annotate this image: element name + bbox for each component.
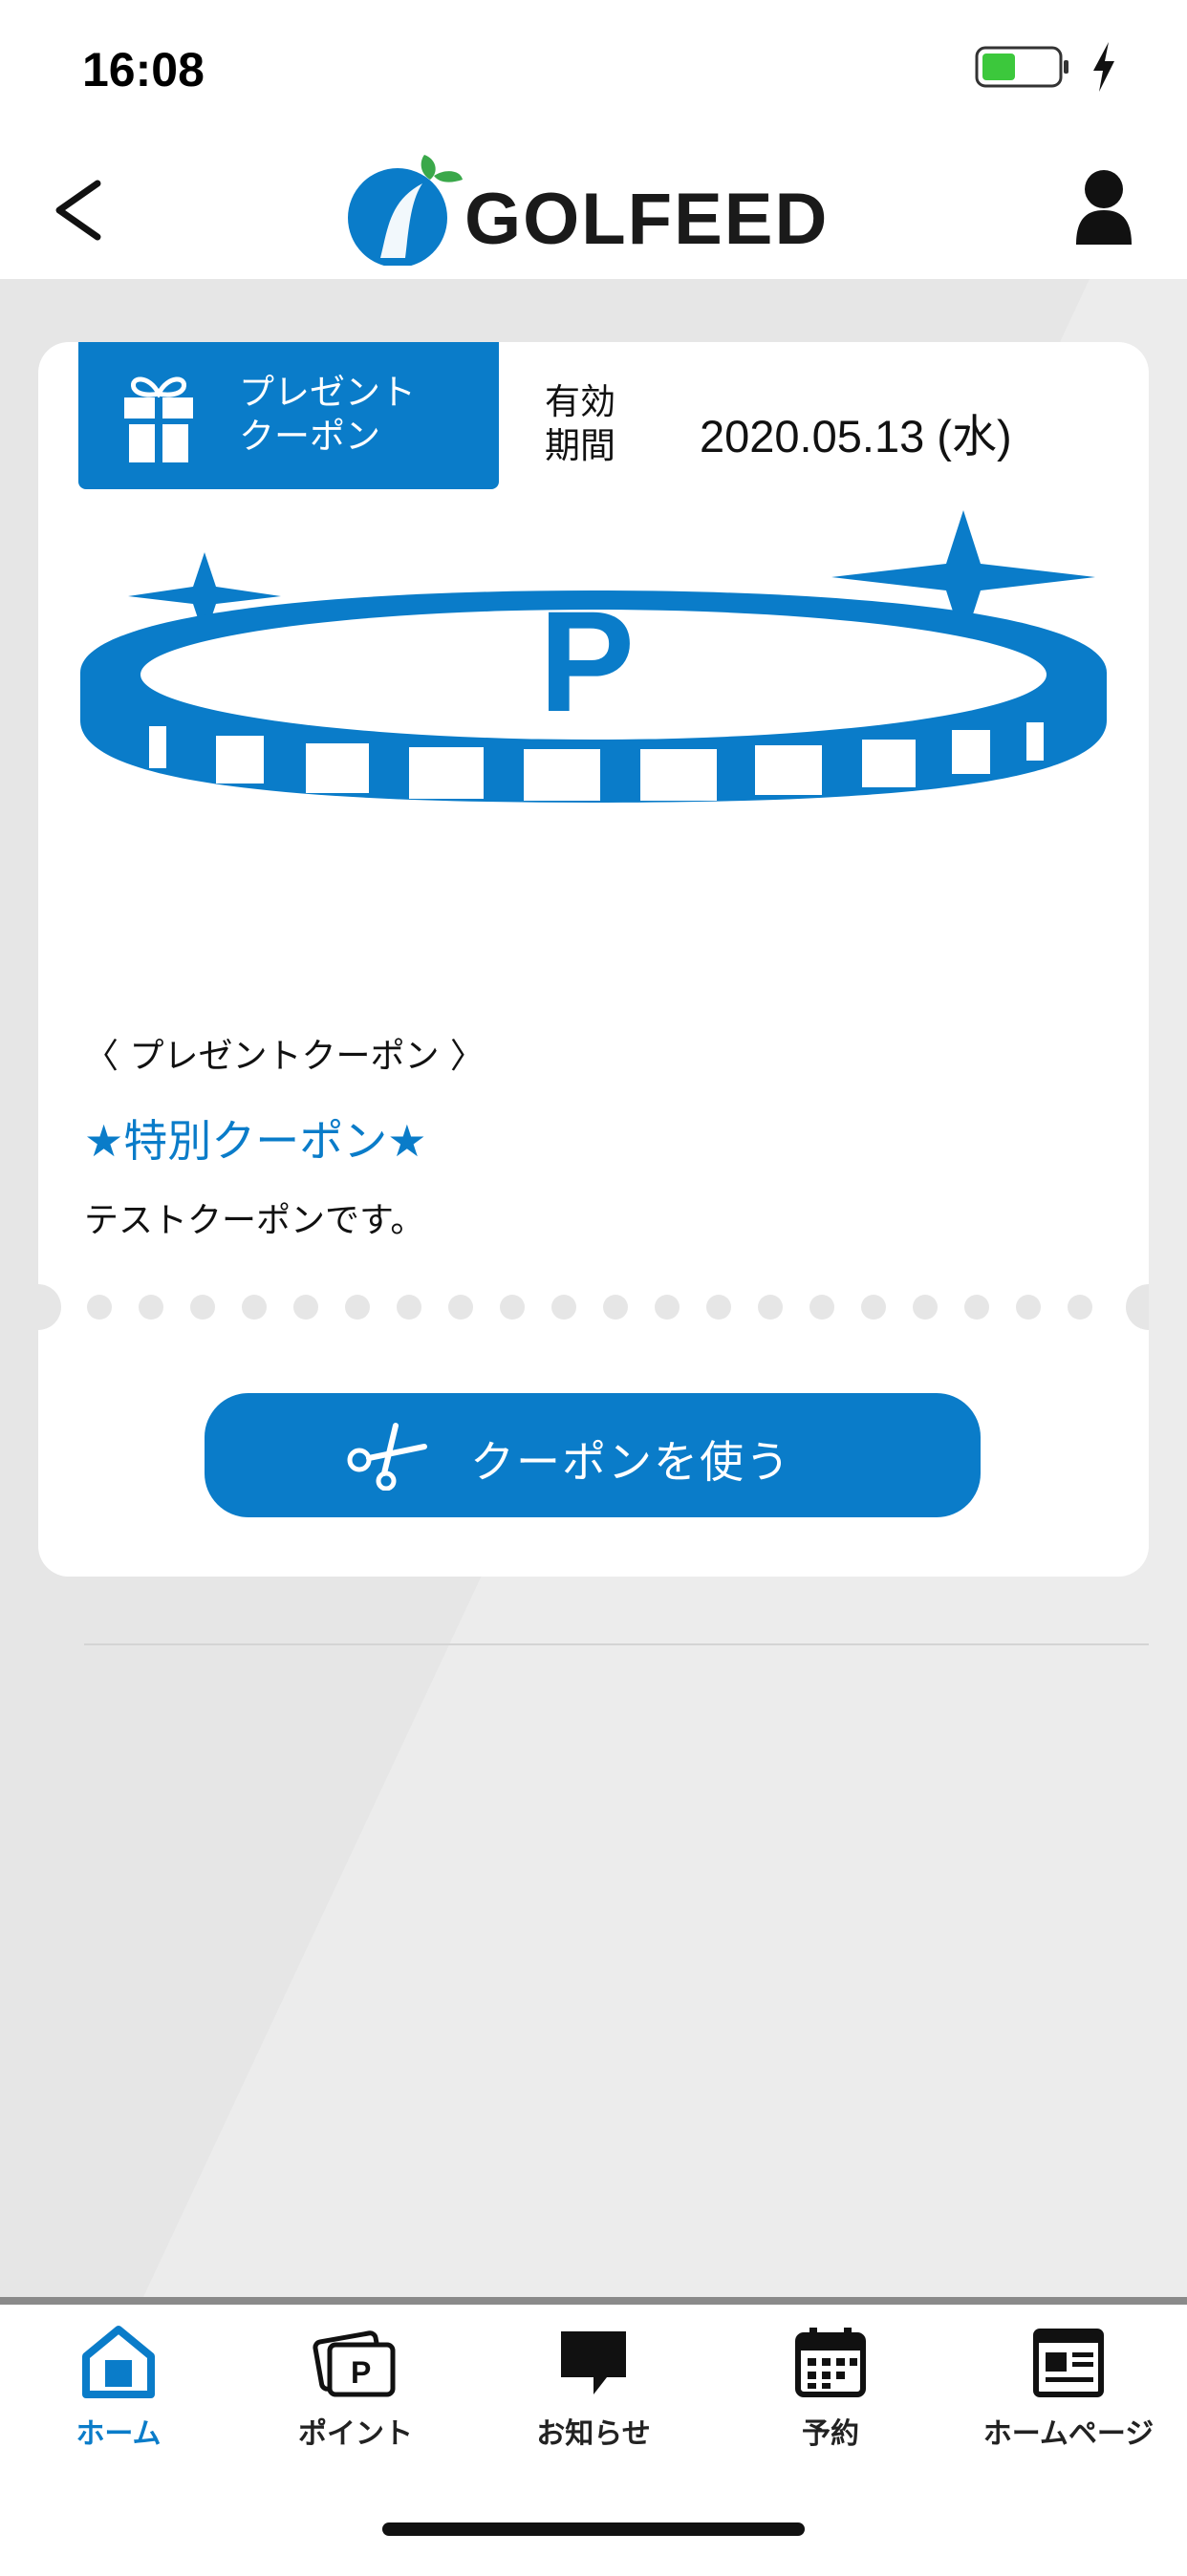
use-coupon-label: クーポンを使う <box>470 1437 791 1487</box>
scissors-icon <box>347 1423 427 1491</box>
coin-letter: P <box>539 581 635 741</box>
coupon-description: テストクーポンです。 <box>84 1201 425 1240</box>
coupon-type-badge: プレゼント クーポン <box>78 342 499 489</box>
header-bar: GOLFEED <box>0 134 1187 279</box>
validity-label-line2: 期間 <box>545 425 615 466</box>
coupon-card: プレゼント クーポン 有効 期間 2020.05.13 (水) P 〈 プレゼン… <box>38 342 1149 1577</box>
tab-reservation[interactable]: 予約 <box>712 2324 949 2515</box>
tab-news[interactable]: お知らせ <box>475 2324 712 2515</box>
charging-bolt-icon <box>1093 42 1114 92</box>
status-time: 16:08 <box>82 43 205 97</box>
calendar-icon <box>795 2328 866 2397</box>
tab-news-label: お知らせ <box>536 2417 651 2451</box>
svg-text:P: P <box>351 2355 371 2390</box>
status-bar: 16:08 <box>0 0 1187 134</box>
content-area: プレゼント クーポン 有効 期間 2020.05.13 (水) P 〈 プレゼン… <box>0 279 1187 2297</box>
app-logo: GOLFEED <box>342 151 849 266</box>
perforation-divider <box>38 1284 1149 1330</box>
webpage-icon <box>1033 2329 1104 2397</box>
point-coin-image: P <box>80 510 1107 803</box>
point-card-icon: P <box>313 2330 396 2397</box>
validity-label: 有効 期間 <box>545 380 615 468</box>
tab-homepage-label: ホームページ <box>982 2417 1155 2451</box>
home-icon <box>82 2326 155 2398</box>
tab-reservation-label: 予約 <box>802 2417 859 2451</box>
coupon-title: ★特別クーポン★ <box>84 1115 427 1167</box>
tab-home[interactable]: ホーム <box>0 2324 237 2515</box>
coupon-type-label: プレゼント クーポン <box>239 371 416 459</box>
use-coupon-button[interactable]: クーポンを使う <box>205 1393 981 1517</box>
divider <box>84 1643 1149 1645</box>
logo-mark-icon <box>348 155 463 266</box>
tab-home-label: ホーム <box>76 2417 162 2451</box>
user-icon[interactable] <box>1074 168 1133 247</box>
coupon-type-line1: プレゼント <box>239 372 416 413</box>
speech-bubble-icon <box>561 2331 626 2394</box>
tab-homepage[interactable]: ホームページ <box>950 2324 1187 2515</box>
coupon-category: 〈 プレゼントクーポン 〉 <box>84 1037 485 1076</box>
tab-point[interactable]: P ポイント <box>237 2324 474 2515</box>
validity-date: 2020.05.13 (水) <box>700 411 1012 462</box>
battery-icon <box>975 46 1068 88</box>
gift-icon <box>124 376 193 462</box>
home-indicator <box>382 2522 805 2536</box>
validity-label-line1: 有効 <box>545 381 615 422</box>
tab-point-label: ポイント <box>298 2417 413 2451</box>
coupon-type-line2: クーポン <box>239 416 380 457</box>
logo-text: GOLFEED <box>464 179 830 260</box>
back-button[interactable] <box>48 172 115 248</box>
